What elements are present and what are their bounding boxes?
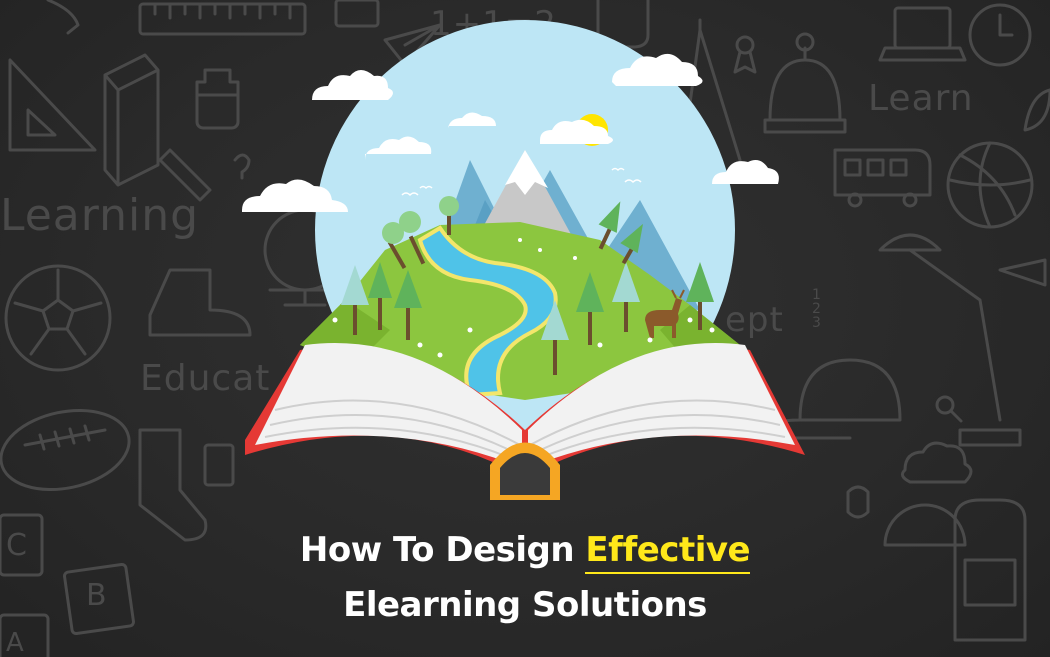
cloud-top-left — [312, 70, 393, 100]
headline-accent-word: Effective — [585, 530, 751, 574]
banner: Learning Learn Educat 1+1=2 ept C B A 1 … — [0, 0, 1050, 657]
headline-line-1: How To Design Effective — [0, 530, 1050, 574]
headline-line-2: Elearning Solutions — [343, 585, 707, 625]
headline-prefix: How To Design — [299, 530, 586, 570]
